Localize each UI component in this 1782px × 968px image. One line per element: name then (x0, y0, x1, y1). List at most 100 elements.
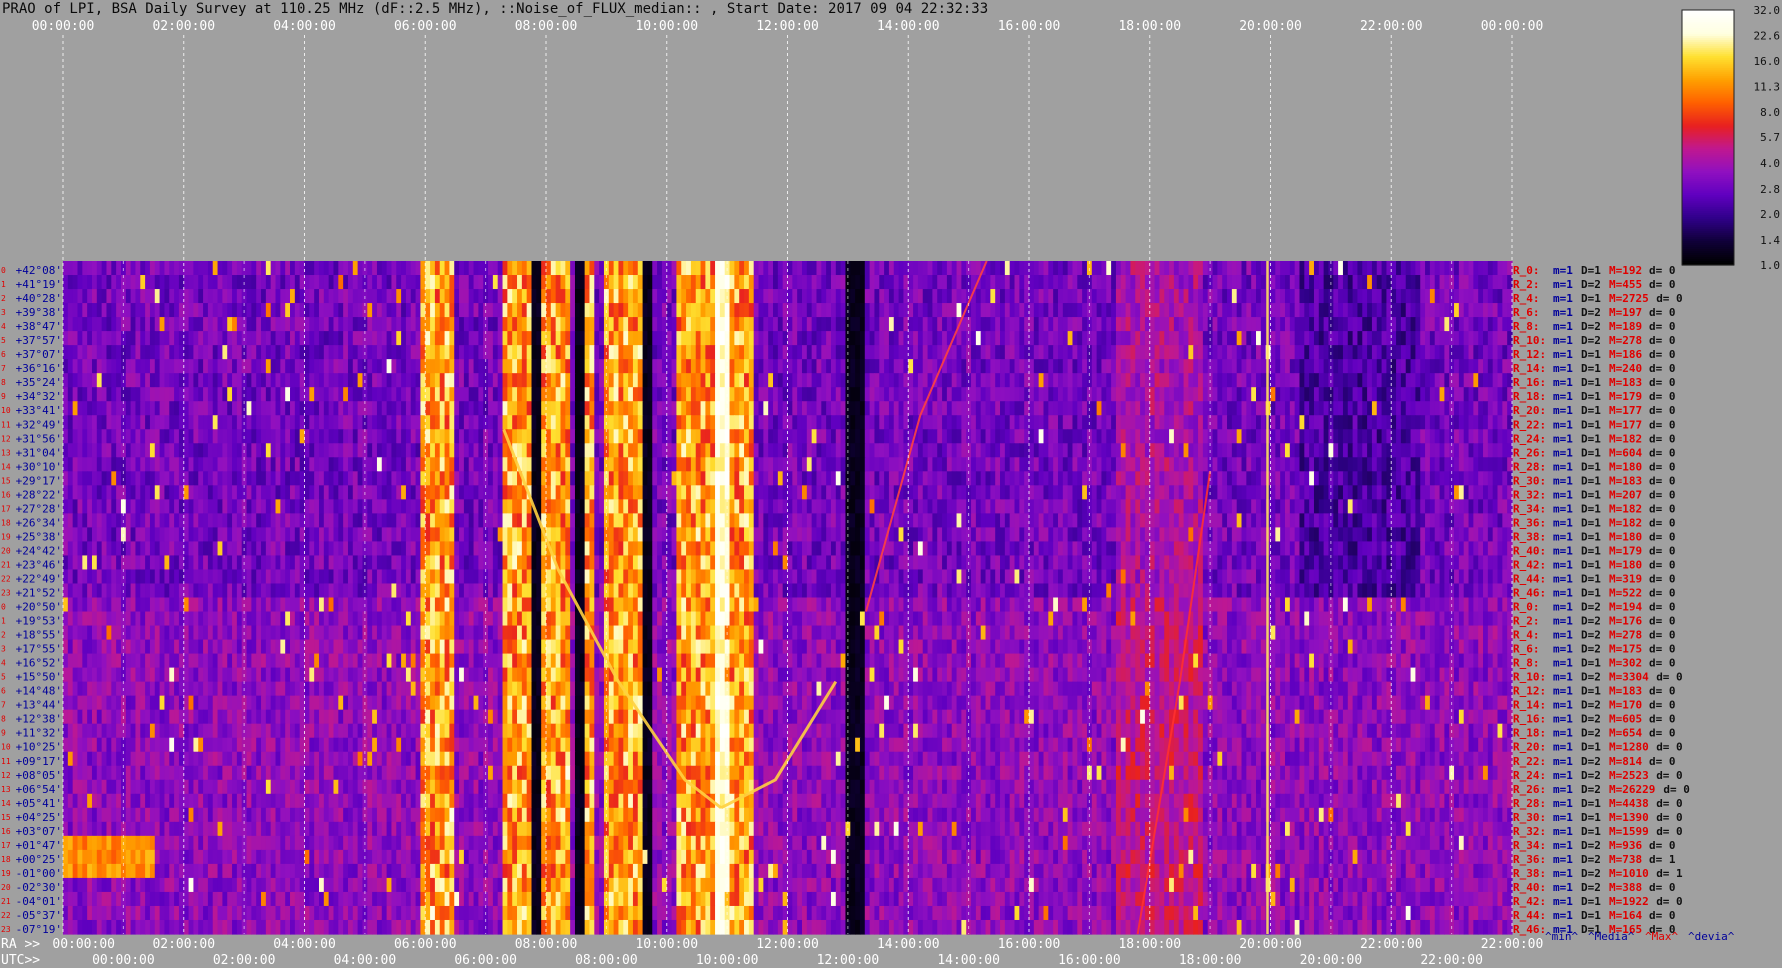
heatmap-cell (1439, 443, 1445, 458)
heatmap-cell (212, 345, 219, 360)
heatmap-cell (1236, 345, 1243, 360)
heatmap-cell (106, 443, 112, 458)
heatmap-cell (1410, 331, 1416, 346)
heatmap-cell (719, 359, 726, 374)
heatmap-cell (188, 373, 195, 388)
heatmap-cell (1367, 401, 1373, 416)
heatmap-cell (526, 457, 533, 472)
heatmap-cell (154, 387, 161, 402)
heatmap-cell (304, 373, 310, 388)
heatmap-cell (642, 415, 649, 430)
heatmap-cell (1077, 401, 1083, 416)
heatmap-cell (565, 429, 571, 444)
heatmap-cell (1048, 345, 1054, 360)
heatmap-cell (1029, 387, 1035, 402)
heatmap-cell (734, 443, 740, 458)
heatmap-cell (222, 275, 228, 290)
heatmap-cell (434, 443, 441, 458)
heatmap-cell (1231, 289, 1238, 304)
heatmap-cell (236, 387, 243, 402)
heatmap-cell (135, 429, 141, 444)
heatmap-cell (1347, 443, 1354, 458)
heatmap-cell (415, 373, 422, 388)
heatmap-cell (671, 471, 678, 486)
heatmap-cell (1202, 387, 1209, 402)
heatmap-cell (951, 345, 958, 360)
heatmap-cell (579, 359, 586, 374)
heatmap-cell (859, 303, 866, 318)
heatmap-cell (608, 289, 615, 304)
heatmap-cell (922, 457, 929, 472)
heatmap-cell (623, 401, 629, 416)
heatmap-cell (372, 401, 378, 416)
heatmap-cell (1333, 443, 1339, 458)
heatmap-cell (275, 457, 281, 472)
heatmap-cell (1212, 429, 1218, 444)
heatmap-cell (888, 457, 895, 472)
heatmap-cell (729, 485, 735, 500)
heatmap-cell (415, 289, 422, 304)
heatmap-cell (1082, 331, 1088, 346)
heatmap-cell (145, 303, 151, 318)
heatmap-cell (338, 303, 344, 318)
heatmap-cell (425, 275, 431, 290)
heatmap-cell (570, 401, 576, 416)
heatmap-cell (1038, 359, 1045, 374)
heatmap-cell (555, 303, 562, 318)
heatmap-cell (816, 415, 822, 430)
heatmap-cell (111, 261, 117, 276)
heatmap-cell (864, 275, 871, 290)
heatmap-cell (913, 261, 919, 276)
heatmap-cell (1323, 331, 1330, 346)
heatmap-cell (1458, 261, 1465, 276)
heatmap-cell (1227, 289, 1233, 304)
heatmap-cell (1405, 289, 1412, 304)
heatmap-cell (343, 401, 349, 416)
heatmap-cell (971, 261, 977, 276)
heatmap-cell (1057, 345, 1064, 360)
heatmap-cell (1342, 387, 1349, 402)
heatmap-cell (188, 387, 195, 402)
heatmap-cell (1053, 359, 1059, 374)
heatmap-cell (1304, 387, 1310, 402)
heatmap-cell (801, 345, 808, 360)
heatmap-cell (980, 303, 987, 318)
heatmap-cell (1468, 303, 1474, 318)
heatmap-cell (1072, 303, 1078, 318)
heatmap-cell (1125, 387, 1132, 402)
heatmap-cell (1029, 345, 1035, 360)
heatmap-cell (1193, 401, 1199, 416)
heatmap-cell (294, 415, 301, 430)
heatmap-cell (700, 289, 706, 304)
heatmap-cell (159, 331, 166, 346)
heatmap-cell (913, 443, 919, 458)
heatmap-cell (1222, 317, 1228, 332)
heatmap-cell (459, 443, 465, 458)
heatmap-cell (1183, 471, 1189, 486)
heatmap-cell (560, 289, 566, 304)
heatmap-cell (135, 485, 141, 500)
heatmap-cell (232, 261, 238, 276)
heatmap-cell (140, 429, 146, 444)
heatmap-cell (473, 345, 479, 360)
heatmap-cell (410, 317, 417, 332)
heatmap-cell (497, 359, 504, 374)
heatmap-cell (1227, 331, 1233, 346)
heatmap-cell (937, 429, 943, 444)
heatmap-cell (1347, 345, 1354, 360)
heatmap-cell (1323, 471, 1330, 486)
heatmap-cell (565, 443, 571, 458)
heatmap-cell (961, 415, 967, 430)
heatmap-cell (91, 373, 98, 388)
heatmap-cell (1275, 345, 1281, 360)
heatmap-cell (1111, 261, 1117, 276)
heatmap-cell (801, 429, 808, 444)
heatmap-cell (932, 457, 938, 472)
heatmap-cell (517, 359, 523, 374)
heatmap-cell (773, 275, 779, 290)
heatmap-cell (1236, 471, 1243, 486)
heatmap-cell (811, 415, 818, 430)
heatmap-cell (570, 275, 576, 290)
heatmap-cell (1029, 415, 1035, 430)
heatmap-cell (975, 443, 982, 458)
